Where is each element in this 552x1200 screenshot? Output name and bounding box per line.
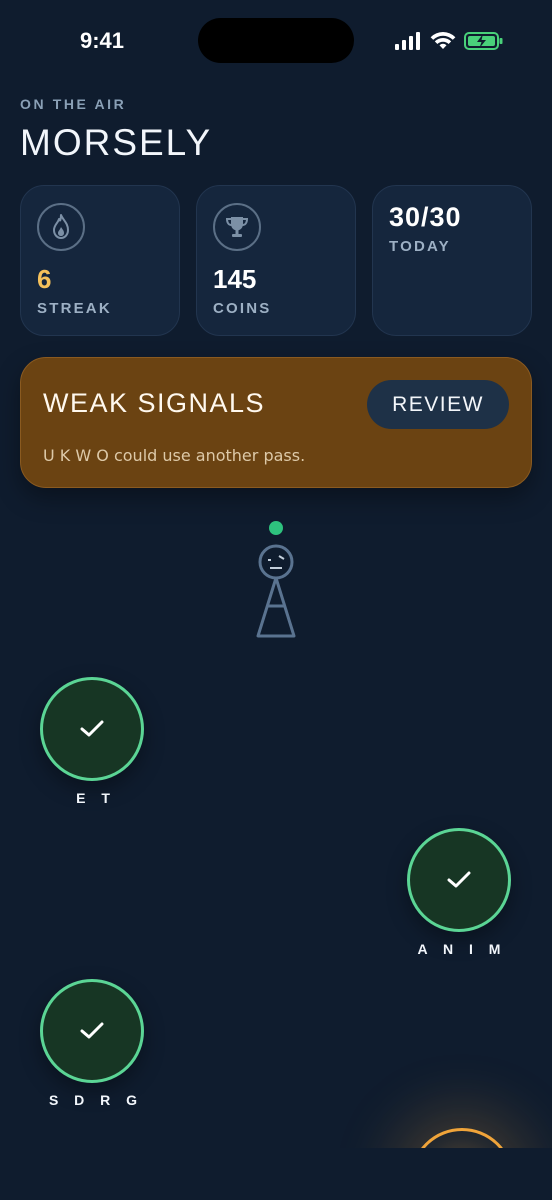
stats-row: 6 STREAK 145 COINS 30/30 TODAY [20,185,532,336]
checkmark-icon [80,720,104,737]
weak-signals-subtitle: U K W O could use another pass. [43,446,306,465]
lesson-node-2-label: A N I M [417,941,507,957]
lesson-node-1[interactable] [40,677,144,781]
radio-tower-mascot [256,521,296,638]
wifi-icon [430,32,456,49]
today-card[interactable]: 30/30 TODAY [372,185,532,336]
coins-label: COINS [213,300,272,317]
app-title: MORSELY [20,122,213,163]
streak-value: 6 [37,264,52,294]
checkmark-icon [80,1022,104,1039]
status-icons [394,30,504,52]
weak-signals-title: WEAK SIGNALS [43,388,266,418]
review-button[interactable]: REVIEW [367,380,509,429]
lesson-node-3[interactable] [40,979,144,1083]
battery-charging-icon [464,32,503,50]
status-bar: 9:41 [0,0,552,82]
lesson-node-3-label: S D R G [48,1092,144,1108]
today-label: TODAY [389,238,451,255]
status-time: 9:41 [80,28,125,53]
coins-value: 145 [213,264,257,294]
streak-card[interactable]: 6 STREAK [20,185,180,336]
checkmark-icon [447,871,471,888]
weak-signals-card: WEAK SIGNALS REVIEW U K W O could use an… [20,357,532,488]
cellular-signal-icon [395,32,420,50]
app-screen: 9:41 ON THE AIR MORSELY 6 STREAK 145 COI… [0,0,552,1200]
coins-card[interactable]: 145 COINS [196,185,356,336]
flame-icon [37,203,85,251]
header-kicker: ON THE AIR [20,96,127,112]
dynamic-island [198,18,354,63]
streak-label: STREAK [37,300,112,317]
lesson-node-2[interactable] [407,828,511,932]
lesson-node-1-label: E T [76,790,116,806]
trophy-icon [213,203,261,251]
today-value: 30/30 [389,202,462,232]
bottom-edge [0,1148,552,1200]
